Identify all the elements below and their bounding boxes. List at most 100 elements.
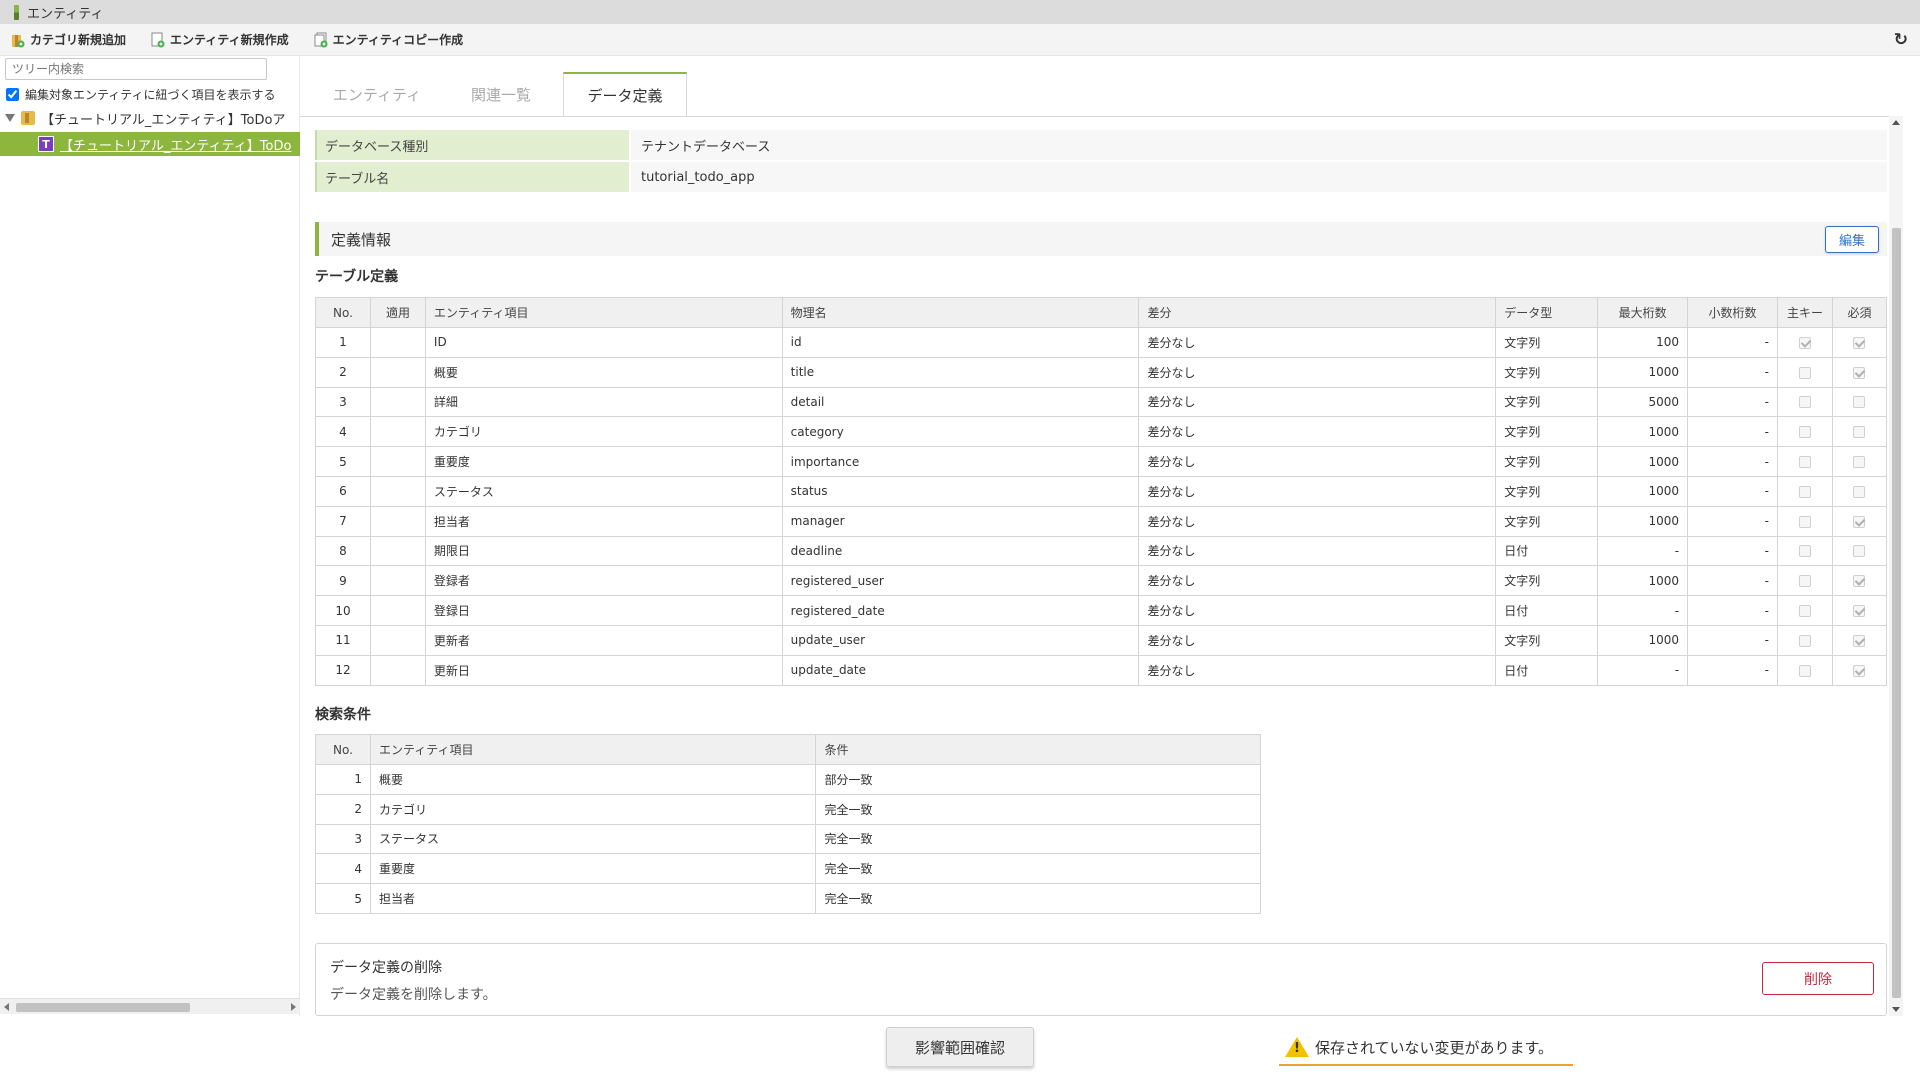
row-entity-item: カテゴリ [369, 793, 817, 825]
scroll-left-icon[interactable] [4, 1003, 9, 1011]
main-vertical-scrollbar[interactable] [1889, 116, 1903, 1016]
row-diff: 差分なし [1138, 356, 1497, 388]
row-max-digits: 1000 [1597, 565, 1689, 597]
row-no: 1 [315, 327, 371, 358]
folder-icon [21, 111, 35, 125]
row-no: 3 [315, 823, 371, 855]
impact-check-button[interactable]: 影響範囲確認 [886, 1027, 1034, 1067]
scroll-thumb[interactable] [16, 1003, 190, 1012]
row-decimal-digits: - [1687, 446, 1778, 477]
tree-search-input[interactable] [5, 58, 267, 80]
add-category-icon [10, 32, 26, 48]
primary-key-checkbox [1798, 664, 1811, 677]
table-name-row: テーブル名 tutorial_todo_app [315, 162, 1887, 192]
row-entity-item: ID [424, 327, 783, 358]
tree-item-entity-label: 【チュートリアル_エンティティ】ToDo [60, 138, 292, 154]
table-row: 5 重要度 importance 差分なし 文字列 1000- [315, 446, 1887, 477]
tab-data-definition[interactable]: データ定義 [563, 72, 687, 117]
row-data-type: 日付 [1495, 595, 1599, 626]
row-primary-key [1777, 416, 1833, 448]
row-physical-name: id [781, 327, 1140, 358]
tab-entity[interactable]: エンティティ [315, 72, 439, 116]
tree-item-root[interactable]: 【チュートリアル_エンティティ】ToDoア [0, 106, 300, 130]
col-no: No. [315, 734, 371, 765]
row-condition: 完全一致 [815, 883, 1261, 914]
row-decimal-digits: - [1687, 595, 1778, 626]
row-max-digits: - [1597, 595, 1689, 626]
table-row: 4 重要度 完全一致 [315, 853, 1261, 885]
toolbar: カテゴリ新規追加 エンティティ新規作成 エンティティコピー作成 ↻ [0, 24, 1920, 56]
table-row: 12 更新日 update_date 差分なし 日付 - - [315, 654, 1887, 686]
row-decimal-digits: - [1687, 624, 1778, 656]
table-row: 3 ステータス 完全一致 [315, 823, 1261, 855]
scroll-down-icon[interactable] [1892, 1007, 1900, 1012]
definition-section-header: 定義情報 編集 [315, 222, 1887, 256]
row-max-digits: 1000 [1597, 624, 1689, 656]
add-category-button[interactable]: カテゴリ新規追加 [10, 31, 126, 48]
main-scroll-thumb[interactable] [1892, 228, 1901, 998]
search-conditions-grid: No. エンティティ項目 条件 1 概要 部分一致 2 カテゴリ 完全一致 3 ステータス 完全… [315, 734, 1261, 914]
row-no: 3 [315, 386, 371, 418]
warning-icon [1285, 1037, 1309, 1057]
row-physical-name: category [781, 416, 1140, 448]
db-type-value: テナントデータベース [631, 130, 1887, 160]
row-condition: 完全一致 [815, 853, 1261, 885]
title-bar: エンティティ [0, 0, 1920, 24]
delete-section-description: データ定義を削除します。 [330, 987, 497, 1003]
expand-triangle-icon[interactable] [5, 114, 15, 122]
tab-relations[interactable]: 関連一覧 [439, 72, 563, 116]
primary-key-checkbox [1798, 605, 1811, 618]
col-entity-item: エンティティ項目 [424, 297, 783, 328]
row-apply [369, 416, 426, 448]
row-data-type: 文字列 [1495, 565, 1599, 597]
row-no: 9 [315, 565, 371, 597]
row-entity-item: ステータス [424, 475, 783, 507]
row-no: 11 [315, 624, 371, 656]
required-checkbox [1853, 545, 1866, 558]
db-type-label: データベース種別 [315, 130, 629, 160]
show-related-checkbox[interactable] [6, 88, 19, 101]
row-required [1831, 475, 1887, 507]
row-data-type: 文字列 [1495, 475, 1599, 507]
required-checkbox [1853, 634, 1866, 647]
row-no: 8 [315, 535, 371, 567]
row-primary-key [1777, 595, 1833, 626]
new-entity-label: エンティティ新規作成 [170, 33, 289, 47]
row-required [1831, 416, 1887, 448]
row-decimal-digits: - [1687, 327, 1778, 358]
table-definition-grid: No. 適用 エンティティ項目 物理名 差分 データ型 最大桁数 小数桁数 主キ… [315, 297, 1887, 686]
scroll-up-icon[interactable] [1892, 120, 1900, 125]
tree-horizontal-scrollbar[interactable] [0, 998, 300, 1014]
col-primary-key: 主キー [1777, 297, 1833, 328]
row-physical-name: importance [781, 446, 1140, 477]
primary-key-checkbox [1798, 426, 1811, 439]
row-entity-item: 概要 [369, 764, 817, 795]
row-primary-key [1777, 356, 1833, 388]
row-diff: 差分なし [1138, 475, 1497, 507]
tree-item-entity[interactable]: T 【チュートリアル_エンティティ】ToDo [0, 132, 300, 156]
table-row: 11 更新者 update_user 差分なし 文字列 1000- [315, 624, 1887, 656]
row-primary-key [1777, 446, 1833, 477]
col-physical-name: 物理名 [781, 297, 1140, 328]
row-diff: 差分なし [1138, 386, 1497, 418]
row-entity-item: 登録日 [424, 595, 783, 626]
copy-entity-button[interactable]: エンティティコピー作成 [313, 31, 463, 48]
tab-bar: エンティティ 関連一覧 データ定義 [315, 72, 687, 117]
row-max-digits: 100 [1597, 327, 1689, 358]
row-apply [369, 356, 426, 388]
row-decimal-digits: - [1687, 416, 1778, 448]
add-category-label: カテゴリ新規追加 [30, 33, 127, 47]
new-entity-button[interactable]: エンティティ新規作成 [150, 31, 289, 48]
tree-item-root-label: 【チュートリアル_エンティティ】ToDoア [41, 112, 286, 128]
row-decimal-digits: - [1687, 475, 1778, 507]
edit-button[interactable]: 編集 [1825, 226, 1879, 253]
row-apply [369, 595, 426, 626]
refresh-icon[interactable]: ↻ [1894, 30, 1908, 50]
row-max-digits: 5000 [1597, 386, 1689, 418]
delete-button[interactable]: 削除 [1762, 962, 1874, 995]
show-related-option[interactable]: 編集対象エンティティに紐づく項目を表示する [6, 86, 276, 103]
row-decimal-digits: - [1687, 356, 1778, 388]
row-apply [369, 624, 426, 656]
scroll-right-icon[interactable] [291, 1003, 296, 1011]
table-definition-body: 1 ID id 差分なし 文字列 100-2 概要 title 差分なし 文字列 1000-3 詳細 d… [315, 327, 1887, 686]
